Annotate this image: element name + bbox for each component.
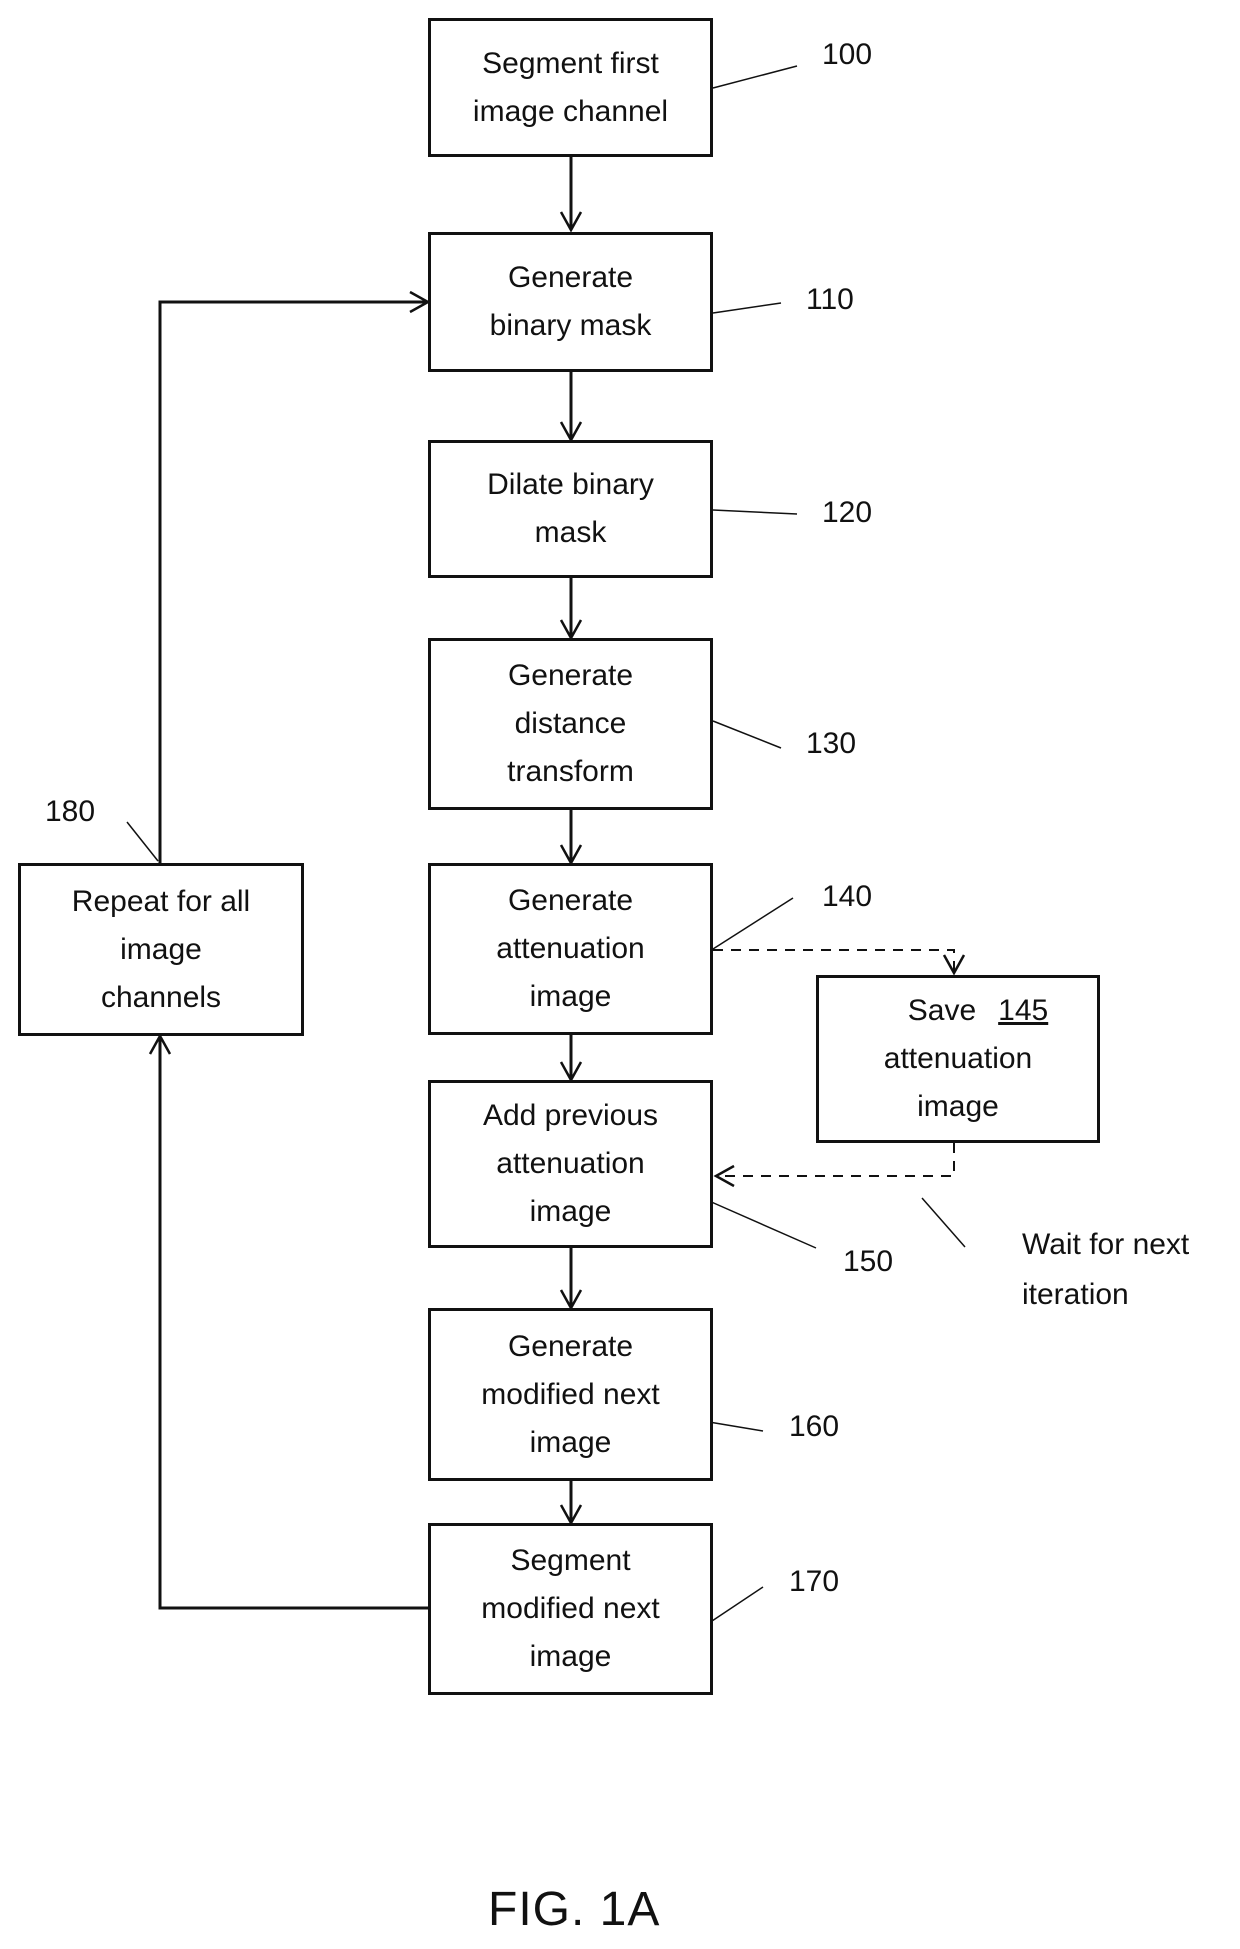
ref-label-130: 130	[806, 727, 857, 760]
step-box-140: Generate attenuation image	[428, 863, 713, 1035]
ref-label-110: 110	[806, 283, 854, 316]
leader-180	[126, 821, 159, 862]
step-text: Dilate binary	[487, 468, 654, 501]
step-text: image	[917, 1090, 999, 1123]
step-text: Generate	[507, 659, 634, 692]
leader-120	[712, 509, 798, 515]
step-box-130: Generate distance transform	[428, 638, 713, 810]
leader-140	[712, 897, 794, 950]
wait-note: Wait for next iteration	[1022, 1220, 1189, 1320]
loop-180-to-110	[158, 290, 431, 863]
ref-label-120: 120	[822, 496, 873, 529]
repeat-box-180: Repeat for all image channels	[18, 863, 304, 1036]
step-text: Generate	[507, 1329, 634, 1363]
step-box-170: Segment modified next image	[428, 1523, 713, 1695]
leader-150	[699, 1196, 817, 1249]
step-text: image	[529, 1640, 612, 1673]
step-text: mask	[534, 516, 607, 549]
leader-100	[712, 65, 798, 89]
wait-note-line: Wait for next	[1022, 1228, 1190, 1261]
ref-label-170: 170	[789, 1565, 840, 1598]
ref-label-150: 150	[843, 1245, 894, 1278]
step-text: binary mask	[489, 309, 652, 342]
step-box-110: Generate binary mask	[428, 232, 713, 372]
step-box-120: Dilate binary mask	[428, 440, 713, 578]
step-text: attenuation	[496, 1147, 645, 1180]
step-text: Save	[907, 994, 977, 1027]
step-text: Segment	[510, 1544, 631, 1577]
step-text: modified next	[481, 1592, 660, 1625]
step-box-150: Add previous attenuation image	[428, 1080, 713, 1248]
ref-label-100: 100	[822, 38, 873, 71]
ref-label-160: 160	[789, 1410, 840, 1443]
save-line-1: Save 145	[868, 987, 1048, 1035]
step-box-160: Generate modified next image	[428, 1308, 713, 1481]
step-text: transform	[507, 755, 634, 788]
leader-wait	[921, 1197, 966, 1248]
ref-label-140: 140	[822, 880, 873, 913]
step-text: image	[529, 980, 612, 1013]
step-text: image	[529, 1425, 612, 1459]
wait-note-line: iteration	[1022, 1278, 1129, 1311]
step-text: attenuation	[883, 1042, 1033, 1075]
step-text: Add previous	[482, 1099, 659, 1132]
ref-label-180: 180	[45, 795, 96, 828]
step-text: Segment first	[482, 46, 659, 80]
save-box-145: Save 145 attenuation image	[816, 975, 1100, 1143]
dashed-140-to-145	[713, 949, 966, 976]
loop-170-to-180	[148, 1033, 428, 1610]
step-text: channels	[100, 980, 222, 1014]
leader-130	[712, 720, 782, 749]
step-text: image	[120, 932, 202, 966]
step-text: Generate	[507, 261, 634, 294]
step-text: attenuation	[496, 932, 645, 965]
ref-label-145: 145	[998, 994, 1049, 1027]
dashed-145-to-150	[713, 1143, 955, 1188]
step-box-100: Segment first image channel	[428, 18, 713, 157]
leader-110	[712, 302, 782, 314]
step-text: distance	[514, 707, 627, 740]
step-text: image channel	[472, 94, 669, 128]
step-text: Repeat for all	[71, 884, 251, 918]
step-text: modified next	[481, 1377, 660, 1411]
step-text: Generate	[507, 884, 634, 917]
figure-label: FIG. 1A	[488, 1883, 661, 1936]
step-text: image	[529, 1195, 612, 1228]
